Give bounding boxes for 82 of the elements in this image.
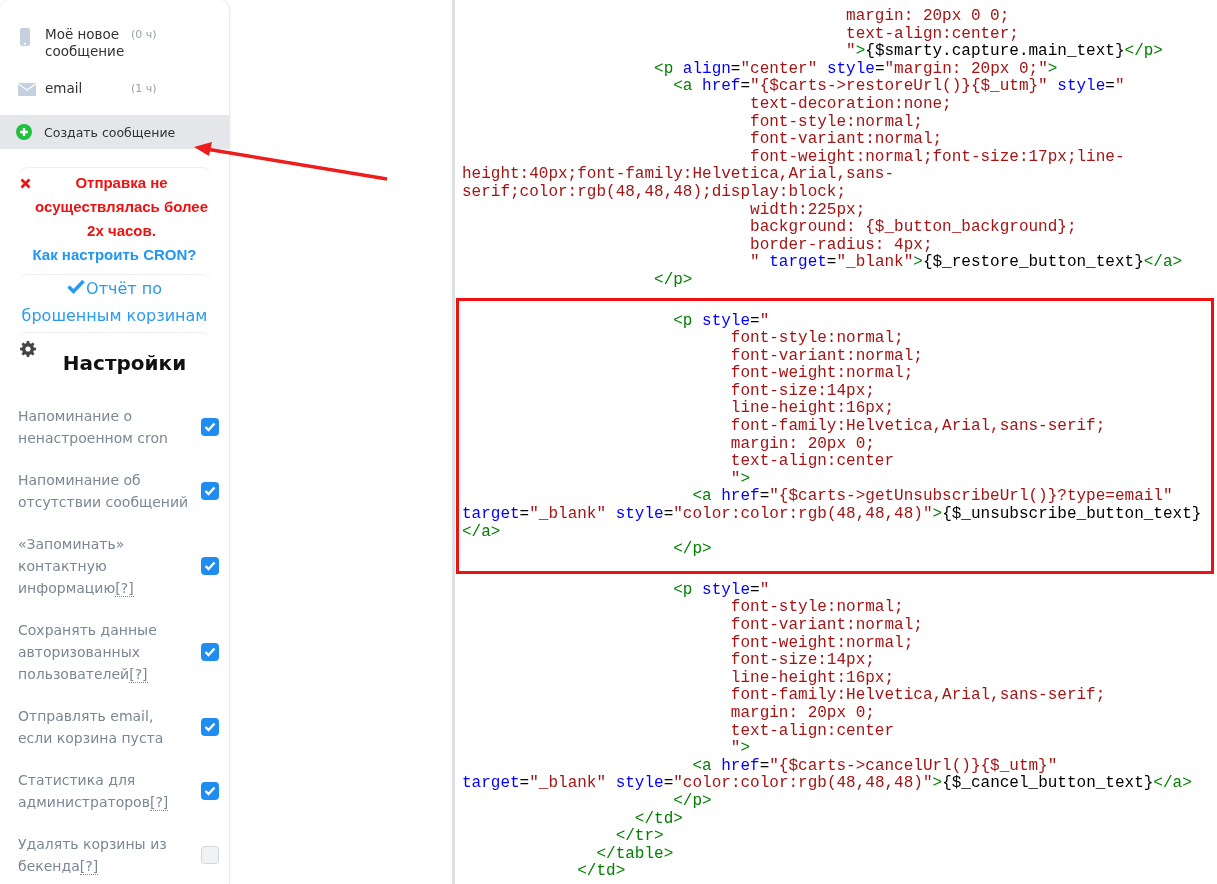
code-line: font-size:14px; xyxy=(729,652,876,670)
code-line: </table> xyxy=(595,845,675,863)
code-line: serif;color:rgb(48,48,48);display:block; xyxy=(462,183,848,202)
setting-label: «Запоминать» контактную информацию[?] xyxy=(18,535,135,599)
cross-icon xyxy=(20,178,31,189)
code-line: </a> xyxy=(462,523,502,542)
settings-icon xyxy=(20,341,36,357)
code-line: margin: 20px 0; xyxy=(729,704,876,723)
report-link[interactable]: Отчёт по брошенным корзинам xyxy=(18,275,211,329)
settings-title: Настройки xyxy=(61,350,188,375)
code-line: border-radius: 4px; xyxy=(749,236,934,254)
code-line: text-decoration:none; xyxy=(749,95,953,114)
code-line: <p align="center" style="margin: 20px 0;"> xyxy=(653,60,1059,78)
envelope-icon xyxy=(18,83,36,96)
setting-checkbox[interactable] xyxy=(201,418,219,436)
setting-checkbox[interactable] xyxy=(201,718,219,736)
code-line: </td> xyxy=(576,863,627,881)
setting-checkbox[interactable] xyxy=(201,482,219,500)
code-line: line-height:16px; xyxy=(729,400,896,418)
code-line: <a href="{$carts->cancelUrl()}{$_utm}" xyxy=(691,757,1059,775)
code-line: " target="_blank">{$_restore_button_text}</a> xyxy=(749,254,1184,272)
code-line: margin: 20px 0 0; xyxy=(845,8,1011,26)
setting-checkbox[interactable] xyxy=(201,782,219,800)
code-line: "> xyxy=(729,470,752,488)
create-message-button[interactable]: Создать сообщение xyxy=(0,115,229,149)
code-line: font-style:normal; xyxy=(749,113,924,131)
setting-checkbox[interactable] xyxy=(201,557,219,575)
code-line: <p style=" xyxy=(672,581,771,599)
message-title: email xyxy=(45,80,84,97)
cron-help-link[interactable]: Как настроить CRON? xyxy=(32,246,197,263)
help-link[interactable]: [?] xyxy=(79,858,99,875)
code-line: font-weight:normal; xyxy=(729,634,915,652)
code-line: font-family:Helvetica,Arial,sans-serif; xyxy=(729,687,1107,705)
code-line: height:40px;font-family:Helvetica,Arial,sans- xyxy=(462,166,896,184)
code-line: <a href="{$carts->getUnsubscribeUrl()}?type=email" xyxy=(691,488,1174,506)
code-line: font-family:Helvetica,Arial,sans-serif; xyxy=(729,418,1107,436)
code-line: margin: 20px 0; xyxy=(729,435,876,453)
setting-label: Статистика для администраторов[?] xyxy=(18,771,170,813)
setting-label: Напоминание об отсутствии сообщений xyxy=(18,471,190,512)
phone-icon xyxy=(20,28,30,46)
help-link[interactable]: [?] xyxy=(149,794,169,811)
help-link[interactable]: [?] xyxy=(115,580,134,597)
code-line: </td> xyxy=(633,810,684,828)
code-line: </p> xyxy=(672,541,713,559)
code-line: width:225px; xyxy=(749,201,867,219)
code-line: font-weight:normal; xyxy=(729,365,915,383)
code-line: font-variant:normal; xyxy=(729,617,924,635)
plus-icon xyxy=(16,124,32,140)
check-icon xyxy=(67,279,86,294)
code-line: background: {$_button_background}; xyxy=(749,219,1078,237)
setting-label: Удалять корзины из бекенда[?] xyxy=(18,835,168,877)
code-line: font-style:normal; xyxy=(729,330,905,348)
message-title: Моё новое сообщение xyxy=(45,26,126,60)
message-count: (1 ч) xyxy=(131,81,157,97)
code-line: target="_blank" style="color:color:rgb(48,48,48)">{$_cancel_button_text}</a> xyxy=(462,775,1193,793)
code-line: font-variant:normal; xyxy=(749,131,944,149)
message-item[interactable]: Моё новое сообщение (0 ч) xyxy=(18,26,229,60)
message-count: (0 ч) xyxy=(131,27,157,43)
code-line: text-align:center; xyxy=(845,25,1020,43)
code-line: <p style=" xyxy=(672,312,771,330)
code-line: </p> xyxy=(672,792,713,811)
code-line: "> xyxy=(729,740,752,758)
setting-label: Отправлять email, если корзина пуста xyxy=(18,707,165,748)
code-line: </tr> xyxy=(614,828,665,846)
setting-label: Напоминание о ненастроенном cron xyxy=(18,407,169,448)
code-line: line-height:16px; xyxy=(729,669,896,687)
code-line: target="_blank" style="color:color:rgb(48,48,48)">{$_unsubscribe_button_text} xyxy=(462,506,1203,524)
code-line: font-size:14px; xyxy=(729,382,876,400)
setting-label: Сохранять данные авторизованных пользователей[?] xyxy=(18,621,158,685)
setting-checkbox[interactable] xyxy=(201,846,219,864)
code-line: text-align:center xyxy=(729,453,896,471)
message-item[interactable]: email (1 ч) xyxy=(18,80,229,97)
setting-checkbox[interactable] xyxy=(201,643,219,661)
code-line: font-style:normal; xyxy=(729,599,905,617)
code-line: <a href="{$carts->restoreUrl()}{$_utm}" style=" xyxy=(672,78,1126,96)
alert-message: Отправка не осуществлялась более 2х часов. xyxy=(34,173,209,241)
code-line: font-weight:normal;font-size:17px;line- xyxy=(749,148,1126,166)
code-line: text-align:center xyxy=(729,722,896,740)
code-line: ">{$smarty.capture.main_text}</p> xyxy=(845,43,1164,61)
code-line: font-variant:normal; xyxy=(729,347,924,365)
help-link[interactable]: [?] xyxy=(129,666,148,683)
code-line: </p> xyxy=(653,271,694,290)
